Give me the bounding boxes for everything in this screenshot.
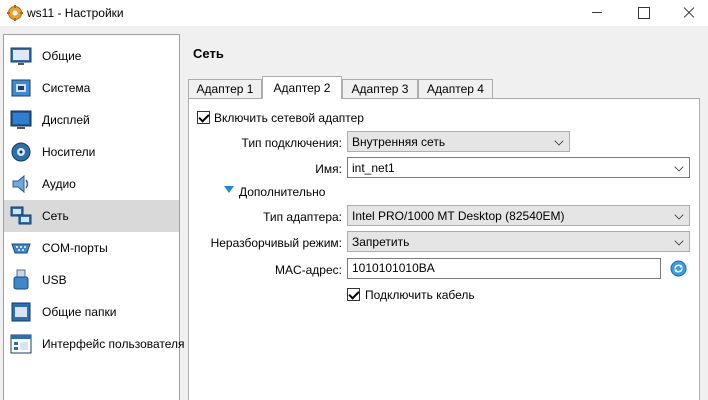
- sidebar-item-label: Носители: [42, 145, 96, 159]
- sidebar-item-network[interactable]: Сеть: [4, 200, 179, 232]
- sidebar-item-label: Система: [42, 81, 91, 95]
- sidebar-item-label: USB: [42, 273, 67, 287]
- minimize-button[interactable]: [574, 0, 620, 26]
- adapter-type-value: Intel PRO/1000 MT Desktop (82540EM): [352, 209, 565, 223]
- chevron-down-icon: [674, 236, 684, 246]
- storage-disk-icon: [11, 142, 31, 162]
- regenerate-mac-refresh-icon[interactable]: [670, 260, 687, 277]
- sidebar-item-label: Общие: [42, 49, 82, 63]
- network-icon: [10, 206, 32, 225]
- audio-speaker-icon: [12, 174, 29, 194]
- system-chip-icon: [11, 79, 31, 97]
- virtualbox-gear-icon: [7, 5, 23, 21]
- sidebar-item-audio[interactable]: Аудио: [4, 168, 179, 200]
- shared-folder-icon: [11, 302, 31, 322]
- chevron-down-icon: [554, 136, 564, 146]
- general-monitor-icon: [10, 47, 32, 65]
- user-interface-icon: [10, 334, 32, 354]
- page-title: Сеть: [193, 46, 224, 61]
- attached-to-value: Внутренняя сеть: [352, 135, 446, 149]
- sidebar-item-label: Аудио: [42, 177, 76, 191]
- window-title: ws11 - Настройки: [27, 6, 124, 20]
- sidebar-item-general[interactable]: Общие: [4, 40, 179, 72]
- display-monitor-icon: [10, 110, 32, 129]
- sidebar-item-shared-folders[interactable]: Общие папки: [4, 296, 179, 328]
- promiscuous-mode-select[interactable]: Запретить: [347, 231, 690, 252]
- sidebar-item-label: Интерфейс пользователя: [42, 337, 185, 351]
- chevron-down-icon: [674, 210, 684, 220]
- sidebar-item-serial-ports[interactable]: COM-порты: [4, 232, 179, 264]
- promiscuous-mode-value: Запретить: [352, 235, 410, 249]
- sidebar-item-label: Сеть: [42, 209, 69, 223]
- adapter-type-select[interactable]: Intel PRO/1000 MT Desktop (82540EM): [347, 205, 690, 226]
- sidebar-item-label: COM-порты: [42, 241, 108, 255]
- tab-adapter-1[interactable]: Адаптер 1: [188, 79, 262, 99]
- close-button[interactable]: [666, 0, 708, 26]
- enable-adapter-checkbox[interactable]: [197, 111, 210, 124]
- sidebar-item-system[interactable]: Система: [4, 72, 179, 104]
- cable-connected-label: Подключить кабель: [365, 288, 475, 302]
- mac-address-label: MAC-адрес:: [274, 263, 342, 277]
- attached-to-label: Тип подключения:: [241, 136, 342, 150]
- sidebar-item-label: Дисплей: [42, 113, 90, 127]
- promiscuous-mode-label: Неразборчивый режим:: [210, 236, 342, 250]
- network-name-value: int_net1: [352, 161, 395, 175]
- maximize-button[interactable]: [620, 0, 666, 26]
- name-label: Имя:: [315, 162, 342, 176]
- sidebar-item-usb[interactable]: USB: [4, 264, 179, 296]
- advanced-label[interactable]: Дополнительно: [239, 185, 325, 199]
- sidebar-item-user-interface[interactable]: Интерфейс пользователя: [4, 328, 185, 360]
- serial-port-icon: [11, 243, 31, 254]
- expand-triangle-icon[interactable]: [224, 186, 234, 193]
- chevron-down-icon: [674, 162, 684, 172]
- tab-adapter-3[interactable]: Адаптер 3: [342, 79, 418, 99]
- settings-sidebar: Общие Система Дисплей Носители Аудио Сет…: [3, 34, 185, 400]
- tab-adapter-2[interactable]: Адаптер 2: [262, 76, 342, 99]
- usb-icon: [13, 269, 29, 290]
- sidebar-item-storage[interactable]: Носители: [4, 136, 179, 168]
- sidebar-item-display[interactable]: Дисплей: [4, 104, 179, 136]
- attached-to-select[interactable]: Внутренняя сеть: [347, 131, 570, 152]
- enable-adapter-label: Включить сетевой адаптер: [214, 111, 364, 125]
- mac-address-input[interactable]: 1010101010BA: [347, 258, 661, 279]
- title-bar: ws11 - Настройки: [0, 0, 708, 26]
- network-name-select[interactable]: int_net1: [347, 157, 690, 178]
- adapter-type-label: Тип адаптера:: [263, 210, 342, 224]
- sidebar-item-label: Общие папки: [42, 305, 117, 319]
- cable-connected-checkbox[interactable]: [347, 288, 360, 301]
- tab-adapter-4[interactable]: Адаптер 4: [418, 79, 493, 99]
